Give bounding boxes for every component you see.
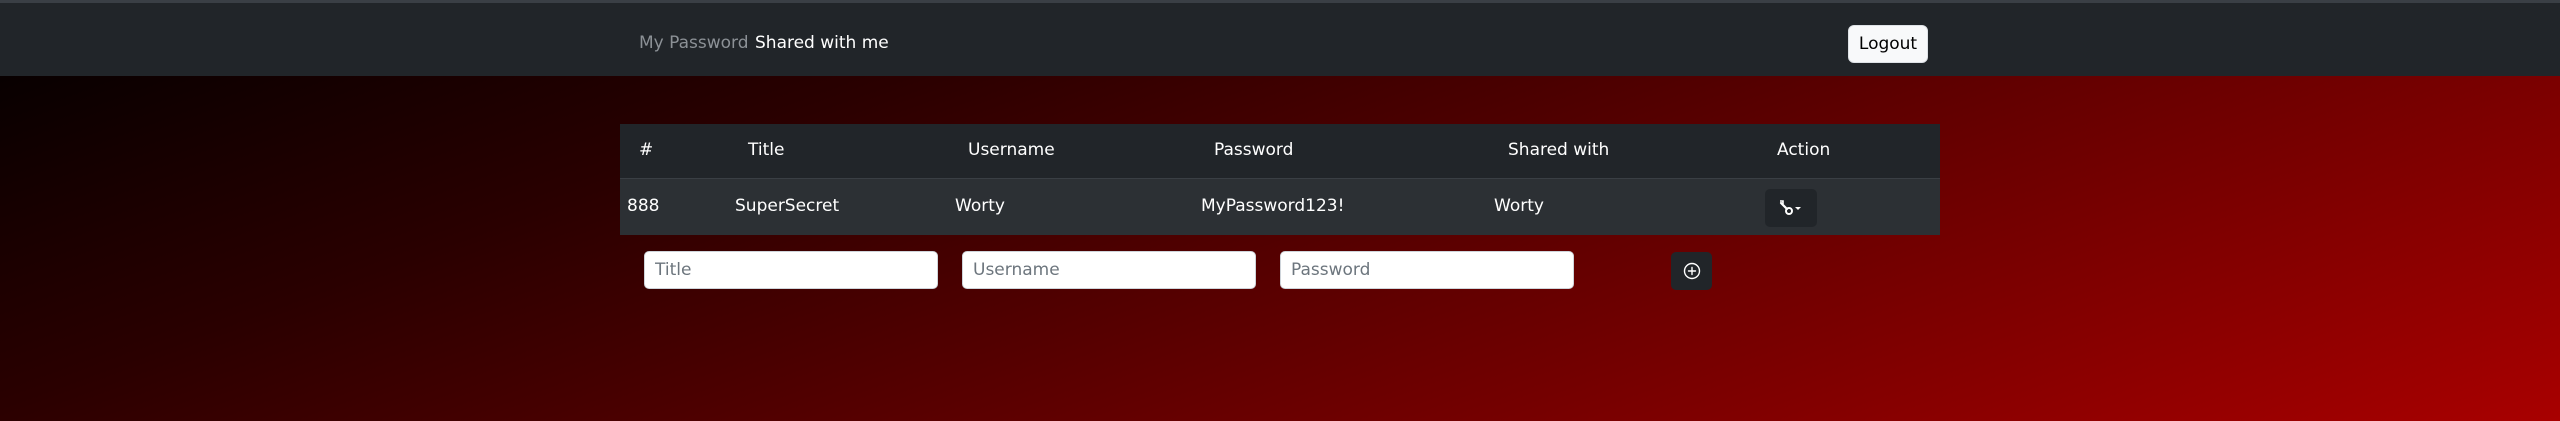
- title-input[interactable]: [644, 251, 938, 289]
- add-entry-button[interactable]: [1671, 252, 1712, 290]
- column-header-shared-with: Shared with: [1508, 140, 1610, 160]
- cell-id: 888: [627, 196, 660, 216]
- passwords-table: # Title Username Password Shared with Ac…: [620, 124, 1940, 235]
- column-header-username: Username: [968, 140, 1055, 160]
- chevron-down-icon: [1795, 207, 1801, 210]
- logout-button[interactable]: Logout: [1848, 25, 1928, 63]
- cell-password: MyPassword123!: [1201, 196, 1345, 216]
- column-header-id: #: [639, 140, 654, 160]
- table-header: # Title Username Password Shared with Ac…: [620, 124, 1940, 178]
- cell-shared-with: Worty: [1494, 196, 1544, 216]
- column-header-password: Password: [1214, 140, 1294, 160]
- navbar: My Password Shared with me Logout: [0, 3, 2560, 76]
- nav-my-password[interactable]: My Password: [639, 32, 749, 54]
- column-header-title: Title: [748, 140, 785, 160]
- cell-username: Worty: [955, 196, 1005, 216]
- table-row: 888 SuperSecret Worty MyPassword123! Wor…: [620, 178, 1940, 235]
- plus-circle-icon: [1683, 262, 1700, 280]
- cell-title: SuperSecret: [735, 196, 840, 216]
- nav-shared-with-me[interactable]: Shared with me: [755, 32, 889, 54]
- action-dropdown-button[interactable]: [1765, 189, 1817, 227]
- column-header-action: Action: [1777, 140, 1831, 160]
- wrench-icon: [1779, 200, 1801, 215]
- password-input[interactable]: [1280, 251, 1574, 289]
- username-input[interactable]: [962, 251, 1256, 289]
